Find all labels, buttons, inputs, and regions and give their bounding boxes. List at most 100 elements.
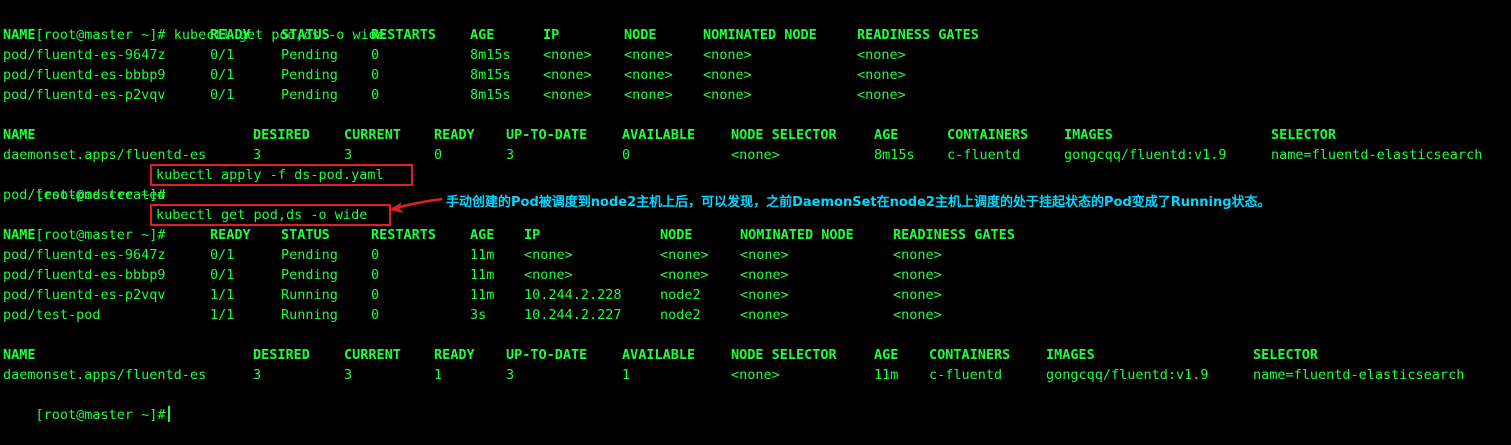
table-cell: daemonset.apps/fluentd-es xyxy=(3,367,207,383)
arrow-icon xyxy=(389,197,443,213)
ds-header-row: NAME DESIRED CURRENT READY UP-TO-DATE AVAILAB… xyxy=(3,345,1508,365)
table-cell: 0/1 xyxy=(210,87,235,103)
table-cell: 8m15s xyxy=(470,87,511,103)
column-header: NAME xyxy=(3,127,36,143)
table-cell: 3 xyxy=(506,147,515,163)
column-header: NAME xyxy=(3,227,36,243)
text-cursor xyxy=(167,406,170,422)
column-header: AVAILABLE xyxy=(622,347,696,363)
column-header: IP xyxy=(524,227,541,243)
table-row: pod/fluentd-es-p2vqv 0/1 Pending 0 8m15s <non… xyxy=(3,85,1508,105)
table-cell: <none> xyxy=(893,287,942,303)
table-row: daemonset.apps/fluentd-es 3 3 1 3 1 <none> 11m c… xyxy=(3,365,1508,385)
column-header: NOMINATED NODE xyxy=(703,27,817,43)
table-cell: 0 xyxy=(371,47,380,63)
column-header: NAME xyxy=(3,27,36,43)
table-row: pod/test-pod 1/1 Running 0 3s 10.244.2.227 nod… xyxy=(3,305,1508,325)
table-cell: <none> xyxy=(740,267,789,283)
table-cell: name=fluentd-elasticsearch xyxy=(1271,147,1483,163)
column-header: CONTAINERS xyxy=(929,347,1011,363)
table-cell: 10.244.2.228 xyxy=(524,287,622,303)
table-cell: 0 xyxy=(371,267,380,283)
table-cell: pod/fluentd-es-9647z xyxy=(3,47,166,63)
column-header: NAME xyxy=(3,347,36,363)
table-cell: 0 xyxy=(371,87,380,103)
table-cell: 11m xyxy=(470,247,495,263)
table-cell: 0/1 xyxy=(210,67,235,83)
prompt: [root@master ~]# xyxy=(35,407,166,423)
table-cell: pod/fluentd-es-9647z xyxy=(3,247,166,263)
column-header: UP-TO-DATE xyxy=(506,127,588,143)
table-cell: 0 xyxy=(434,147,443,163)
pods-header-row: NAME READY STATUS RESTARTS AGE IP NODE NOMINATE… xyxy=(3,25,1508,45)
annotation-note: 手动创建的Pod被调度到node2主机上后，可以发现，之前DaemonSet在n… xyxy=(446,195,1271,210)
column-header: NODE xyxy=(624,27,657,43)
table-cell: 8m15s xyxy=(470,67,511,83)
table-cell: <none> xyxy=(624,87,673,103)
table-cell: <none> xyxy=(857,67,906,83)
column-header: READY xyxy=(434,347,475,363)
table-cell: Pending xyxy=(281,87,338,103)
table-cell: <none> xyxy=(740,247,789,263)
table-cell: Running xyxy=(281,307,338,323)
table-cell: <none> xyxy=(703,47,752,63)
table-cell: <none> xyxy=(731,367,780,383)
table-cell: Pending xyxy=(281,67,338,83)
table-cell: 3 xyxy=(344,147,353,163)
table-cell: <none> xyxy=(857,47,906,63)
table-cell: 0 xyxy=(371,67,380,83)
table-cell: c-fluentd xyxy=(929,367,1003,383)
table-cell: <none> xyxy=(543,87,592,103)
column-header: CURRENT xyxy=(344,347,401,363)
column-header: STATUS xyxy=(281,227,330,243)
table-cell: <none> xyxy=(703,67,752,83)
column-header: NODE SELECTOR xyxy=(731,127,837,143)
table-cell: 0 xyxy=(371,247,380,263)
table-cell: 8m15s xyxy=(470,47,511,63)
column-header: AGE xyxy=(874,127,899,143)
table-row: daemonset.apps/fluentd-es 3 3 0 3 0 <none> 8m15… xyxy=(3,145,1508,165)
table-cell: 0 xyxy=(622,147,631,163)
column-header: IMAGES xyxy=(1046,347,1095,363)
table-cell: <none> xyxy=(857,87,906,103)
column-header: CURRENT xyxy=(344,127,401,143)
table-cell: <none> xyxy=(703,87,752,103)
table-cell: node2 xyxy=(660,287,701,303)
command-line-1: [root@master ~]# kubectl get pod,ds -o w… xyxy=(3,5,1508,43)
table-cell: 1/1 xyxy=(210,287,235,303)
highlight-box-apply xyxy=(150,164,413,186)
ds-header-row: NAME DESIRED CURRENT READY UP-TO-DATE AVAILAB… xyxy=(3,125,1508,145)
column-header: CONTAINERS xyxy=(947,127,1029,143)
table-cell: 10.244.2.227 xyxy=(524,307,622,323)
table-cell: 3 xyxy=(506,367,515,383)
column-header: RESTARTS xyxy=(371,227,437,243)
column-header: IMAGES xyxy=(1064,127,1113,143)
table-cell: gongcqq/fluentd:v1.9 xyxy=(1064,147,1227,163)
command-line-4[interactable]: [root@master ~]# xyxy=(3,385,1508,423)
column-header: READINESS GATES xyxy=(893,227,1015,243)
column-header: DESIRED xyxy=(253,347,310,363)
table-cell: 3s xyxy=(470,307,487,323)
table-cell: <none> xyxy=(731,147,780,163)
table-cell: <none> xyxy=(624,67,673,83)
table-cell: <none> xyxy=(740,287,789,303)
table-cell: 3 xyxy=(344,367,353,383)
table-cell: 0/1 xyxy=(210,247,235,263)
column-header: NODE xyxy=(660,227,693,243)
table-cell: 1/1 xyxy=(210,307,235,323)
table-cell: c-fluentd xyxy=(947,147,1021,163)
command-line-2: [root@master ~]# kubectl apply -f ds-pod… xyxy=(3,164,1508,203)
table-cell: pod/fluentd-es-p2vqv xyxy=(3,87,166,103)
column-header: AGE xyxy=(470,27,495,43)
table-cell: 3 xyxy=(253,367,262,383)
table-cell: node2 xyxy=(660,307,701,323)
table-cell: <none> xyxy=(893,307,942,323)
column-header: SELECTOR xyxy=(1271,127,1337,143)
table-cell: 0 xyxy=(371,307,380,323)
table-cell: <none> xyxy=(524,247,573,263)
table-cell: daemonset.apps/fluentd-es xyxy=(3,147,207,163)
table-cell: gongcqq/fluentd:v1.9 xyxy=(1046,367,1209,383)
column-header: IP xyxy=(543,27,560,43)
table-cell: 11m xyxy=(470,287,495,303)
table-row: pod/fluentd-es-9647z 0/1 Pending 0 11m <none>… xyxy=(3,245,1508,265)
